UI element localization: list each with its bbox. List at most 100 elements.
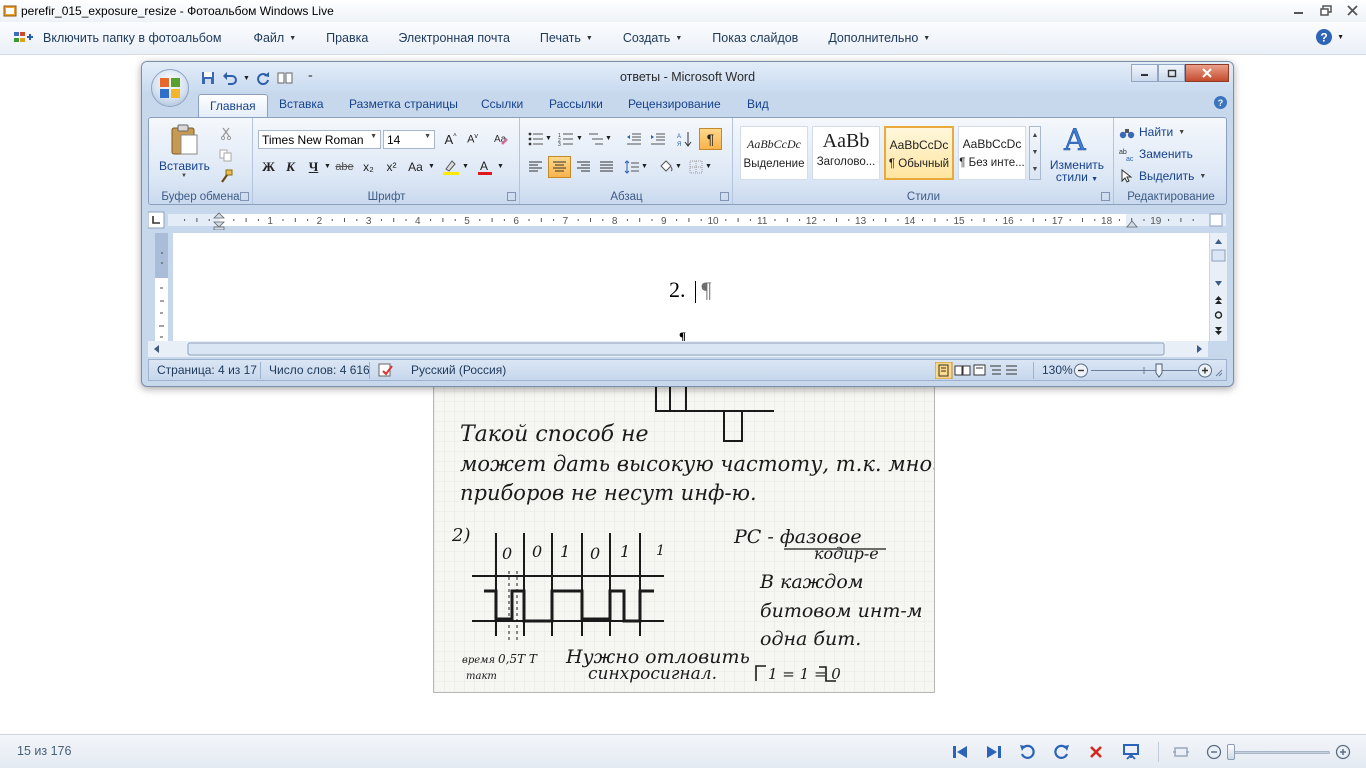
zoom-slider-track[interactable]: [1091, 367, 1197, 374]
draft-view-icon[interactable]: [1006, 365, 1017, 375]
menu-file[interactable]: Файл ▼: [238, 22, 311, 55]
fit-to-window-button[interactable]: [1172, 744, 1190, 760]
rotate-left-button[interactable]: [1018, 744, 1036, 760]
increase-indent-button[interactable]: [647, 129, 668, 149]
chevron-down-icon[interactable]: ▼: [462, 163, 469, 170]
cut-button[interactable]: [215, 123, 236, 143]
rotate-right-button[interactable]: [1053, 744, 1071, 760]
word-close-button[interactable]: [1185, 64, 1229, 82]
menu-print[interactable]: Печать ▼: [525, 22, 608, 55]
chevron-down-icon[interactable]: ▼: [243, 75, 250, 82]
align-center-button[interactable]: [548, 156, 571, 178]
zoom-in-button[interactable]: [1334, 744, 1352, 760]
clipboard-dialog-launcher[interactable]: [240, 192, 249, 201]
undo-button[interactable]: [221, 70, 239, 86]
document-paragraph[interactable]: 2. ¶: [669, 277, 711, 303]
select-button[interactable]: Выделить ▼: [1119, 169, 1206, 183]
styles-gallery-scroll[interactable]: ▲ ▼ ▼: [1029, 126, 1041, 180]
styles-dialog-launcher[interactable]: [1101, 192, 1110, 201]
horizontal-scrollbar[interactable]: [148, 341, 1208, 357]
status-language[interactable]: Русский (Россия): [411, 363, 506, 377]
justify-button[interactable]: [596, 157, 617, 177]
chevron-up-icon[interactable]: ▲: [1030, 127, 1040, 144]
status-word-count[interactable]: Число слов: 4 616: [269, 363, 370, 377]
zoom-slider-thumb[interactable]: [1227, 744, 1235, 760]
decrease-indent-button[interactable]: [623, 129, 644, 149]
style-no-spacing[interactable]: AaBbCcDc ¶ Без инте...: [958, 126, 1026, 180]
font-name-combo[interactable]: Times New Roman ▼: [258, 130, 381, 149]
chevron-down-icon[interactable]: ▼: [1030, 144, 1040, 161]
scroll-left-icon[interactable]: [154, 345, 159, 353]
customize-toolbar-icon[interactable]: ⁼: [308, 73, 313, 84]
office-button[interactable]: [151, 69, 189, 107]
include-folder-button[interactable]: Включить папку в фотоальбом: [0, 22, 236, 55]
zoom-out-button[interactable]: [1205, 744, 1223, 760]
chevron-down-icon[interactable]: ▼: [605, 135, 612, 142]
menu-create[interactable]: Создать ▼: [608, 22, 697, 55]
multilevel-list-button[interactable]: [585, 129, 606, 149]
subscript-button[interactable]: x₂: [358, 157, 379, 177]
replace-button[interactable]: ab ac Заменить: [1119, 147, 1193, 161]
word-help-button[interactable]: ?: [1214, 96, 1227, 109]
copy-button[interactable]: [215, 145, 236, 165]
show-formatting-marks-button[interactable]: ¶: [699, 128, 722, 150]
browse-object-icon[interactable]: [1214, 311, 1223, 319]
highlight-button[interactable]: [440, 157, 461, 177]
style-normal[interactable]: AaBbCcDc ¶ Обычный: [884, 126, 954, 180]
menu-slideshow[interactable]: Показ слайдов: [697, 22, 813, 55]
previous-page-icon[interactable]: [1215, 296, 1222, 304]
chevron-down-icon[interactable]: ▼: [545, 135, 552, 142]
more-styles-icon[interactable]: ▼: [1030, 161, 1040, 178]
vertical-ruler[interactable]: [155, 233, 168, 341]
line-spacing-button[interactable]: [621, 157, 642, 177]
tab-mailings[interactable]: Рассылки: [549, 97, 603, 111]
outline-view-icon[interactable]: [990, 365, 1001, 375]
tab-page-layout[interactable]: Разметка страницы: [349, 97, 458, 111]
menu-edit[interactable]: Правка: [311, 22, 383, 55]
redo-button[interactable]: [254, 70, 272, 86]
font-size-combo[interactable]: 14 ▼: [383, 130, 435, 149]
tab-insert[interactable]: Вставка: [279, 97, 324, 111]
chevron-down-icon[interactable]: ▼: [428, 163, 435, 170]
close-button[interactable]: [1339, 0, 1366, 20]
menu-extras[interactable]: Дополнительно ▼: [813, 22, 945, 55]
chevron-down-icon[interactable]: ▼: [324, 163, 331, 170]
next-page-icon[interactable]: [1215, 327, 1222, 335]
slideshow-button[interactable]: [1122, 744, 1140, 760]
numbering-button[interactable]: 123: [555, 129, 576, 149]
style-emphasis[interactable]: AaBbCcDc Выделение: [740, 126, 808, 180]
horizontal-ruler[interactable]: 1 2 3 4 5 6 7 8 9 10 11 12 13 14 15 16 17 18 19: [147, 210, 1227, 231]
resize-grip-icon[interactable]: [1213, 366, 1223, 380]
shrink-font-button[interactable]: Av: [462, 129, 483, 149]
menu-email[interactable]: Электронная почта: [383, 22, 525, 55]
strikethrough-button[interactable]: abe: [334, 157, 355, 177]
superscript-button[interactable]: x²: [381, 157, 402, 177]
style-heading[interactable]: AaBb Заголово...: [812, 126, 880, 180]
grow-font-button[interactable]: A^: [440, 129, 461, 149]
underline-button[interactable]: Ч: [303, 157, 324, 177]
format-painter-button[interactable]: [215, 166, 236, 186]
font-dialog-launcher[interactable]: [507, 192, 516, 201]
align-right-button[interactable]: [573, 157, 594, 177]
minimize-button[interactable]: [1285, 0, 1312, 20]
tab-references[interactable]: Ссылки: [481, 97, 523, 111]
status-page[interactable]: Страница: 4 из 17: [157, 363, 257, 377]
italic-button[interactable]: К: [280, 157, 301, 177]
zoom-level[interactable]: 130%: [1042, 363, 1073, 377]
borders-button[interactable]: [685, 157, 706, 177]
save-button[interactable]: [199, 70, 217, 86]
chevron-down-icon[interactable]: ▼: [641, 163, 648, 170]
previous-photo-button[interactable]: [951, 744, 969, 760]
paste-button[interactable]: Вставить ▼: [159, 124, 210, 182]
chevron-down-icon[interactable]: ▼: [497, 163, 504, 170]
spelling-check-icon[interactable]: [377, 362, 395, 381]
change-styles-button[interactable]: A Изменить стили ▼: [1044, 122, 1110, 184]
bullets-button[interactable]: [525, 129, 546, 149]
font-color-button[interactable]: A: [474, 157, 495, 177]
zoom-slider-thumb[interactable]: [1155, 363, 1163, 378]
next-photo-button[interactable]: [985, 744, 1003, 760]
tab-home[interactable]: Главная: [198, 94, 268, 118]
restore-button[interactable]: [1312, 0, 1339, 20]
vertical-scrollbar[interactable]: [1210, 233, 1227, 341]
scroll-up-icon[interactable]: [1215, 239, 1222, 244]
